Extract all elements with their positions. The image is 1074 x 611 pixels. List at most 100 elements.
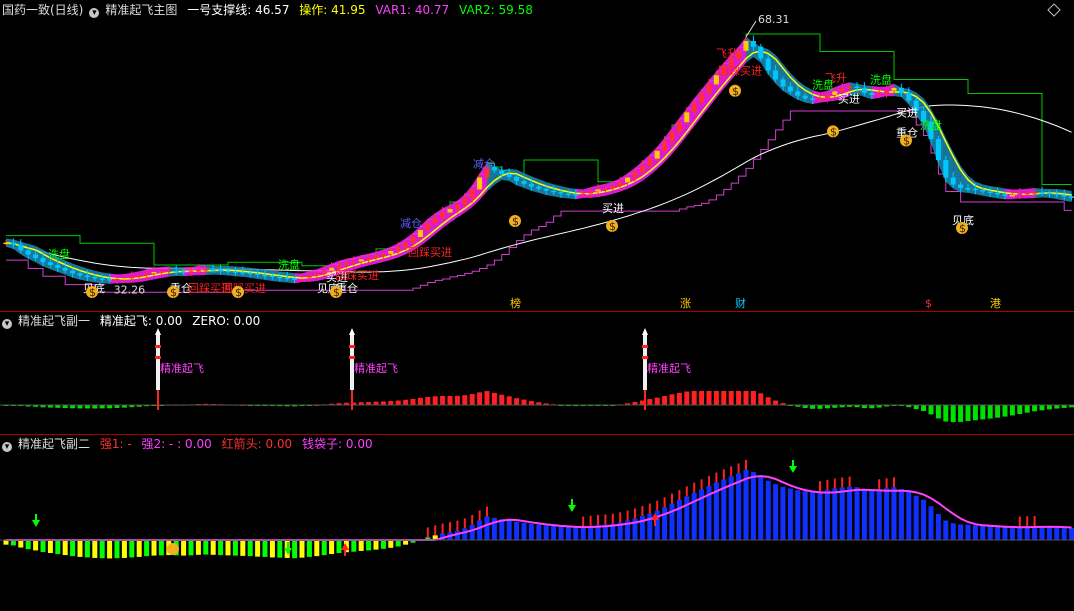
sub1-histogram-bar (528, 401, 534, 405)
sub2-histogram-bar (898, 489, 904, 540)
candle-body (10, 242, 16, 245)
arrow-down-icon (568, 505, 576, 512)
sub1-histogram-bar (810, 405, 816, 409)
sub2-histogram-bar (469, 524, 475, 540)
sub2-histogram-bar (551, 525, 557, 540)
candle-body (602, 188, 608, 190)
sub2-readout-a: 强1: - (99, 437, 132, 451)
sub1-histogram-bar (817, 405, 823, 409)
chart-canvas[interactable]: 68.3132.26洗盘见底重仓洗盘见底重仓买进回踩买进回踩买进回踩买进回踩买进… (0, 0, 1074, 611)
candle-body (580, 193, 586, 196)
rocket-tip (642, 328, 648, 335)
rocket-band (349, 356, 355, 359)
sub2-title[interactable]: 精准起飞副二 (18, 437, 90, 451)
candle-body (995, 192, 1001, 195)
sub1-histogram-bar (750, 391, 756, 405)
signal-label: 回踩买进 (408, 246, 452, 259)
candle-body (336, 265, 342, 268)
sub2-histogram-bar (543, 525, 549, 540)
candle-body (817, 98, 823, 100)
sub1-histogram-bar (654, 397, 660, 405)
sub1-histogram-bar (1017, 405, 1023, 414)
candle-body (684, 112, 690, 123)
sub2-histogram-bar (329, 540, 335, 555)
signal-label: 洗盘 (920, 118, 942, 132)
candle-body (129, 276, 135, 279)
news-marker: 涨 (680, 297, 691, 310)
sub2-histogram-bar (861, 489, 867, 540)
sub2-histogram-bar (817, 491, 823, 540)
sub1-histogram-bar (765, 397, 771, 405)
news-marker: 财 (735, 296, 746, 310)
rocket-band (155, 356, 161, 359)
sub1-histogram-bar (684, 391, 690, 405)
sub2-histogram-bar (1024, 526, 1030, 540)
sub2-histogram-bar (876, 489, 882, 540)
candle-body (543, 188, 549, 191)
sub1-histogram-bar (691, 391, 697, 405)
rocket-band (155, 345, 161, 348)
candle-body (676, 122, 682, 132)
candle-body (1024, 192, 1030, 195)
sub2-histogram-bar (499, 519, 505, 540)
sub2-histogram-bar (151, 540, 157, 556)
candle-body (514, 176, 520, 181)
sub2-histogram-bar (351, 540, 357, 552)
sub1-histogram-bar (477, 392, 483, 405)
candle-body (47, 262, 53, 265)
sub1-histogram-bar (1024, 405, 1030, 413)
candle-body (639, 165, 645, 172)
candle-body (277, 276, 283, 279)
takeoff-label: 精准起飞 (354, 362, 398, 375)
signal-label: 洗盘 (870, 73, 892, 87)
arrow-down-icon (789, 466, 797, 473)
sub1-histogram-bar (950, 405, 956, 423)
sub2-histogram-bar (84, 540, 90, 558)
candle-body (573, 194, 579, 196)
sub2-pane-header: ▾ 精准起飞副二 强1: - 强2: - : 0.00 红箭头: 0.00 钱袋子… (2, 435, 379, 453)
low-price-label: 32.26 (114, 284, 146, 297)
sub1-histogram-bar (1039, 405, 1045, 411)
sub1-histogram-bar (728, 391, 734, 405)
sub2-histogram-bar (995, 526, 1001, 540)
candle-body (588, 191, 594, 194)
sub2-histogram-bar (247, 540, 253, 557)
sub2-histogram-bar (114, 540, 120, 559)
sub2-histogram-bar (306, 540, 312, 557)
signal-label: 飞升 (825, 71, 847, 84)
sub2-histogram-bar (92, 540, 98, 558)
candle-body (972, 188, 978, 191)
sub2-readout-b: 强2: - : 0.00 (141, 437, 212, 451)
sub2-histogram-bar (210, 540, 216, 555)
candle-body (62, 267, 68, 271)
candle-body (854, 86, 860, 88)
settings-circle-icon[interactable]: ▾ (2, 442, 12, 452)
candle-body (70, 270, 76, 274)
sub2-histogram-bar (129, 540, 135, 558)
sub2-histogram-bar (684, 496, 690, 540)
sub2-histogram-bar (528, 523, 534, 540)
signal-label: 洗盘 (278, 257, 300, 271)
sub1-histogram-bar (410, 398, 416, 405)
sub2-histogram-bar (913, 495, 919, 540)
sub2-histogram-bar (462, 528, 468, 540)
signal-label: 买进 (896, 107, 918, 120)
signal-label: 回踩买进 (718, 65, 762, 78)
settings-circle-icon[interactable]: ▾ (2, 319, 12, 329)
sub2-histogram-bar (765, 480, 771, 540)
candle-body (477, 177, 483, 190)
sub2-histogram-bar (195, 540, 201, 555)
sub2-histogram-bar (847, 486, 853, 540)
sub2-histogram-bar (669, 503, 675, 540)
sub1-histogram-bar (995, 405, 1001, 418)
sub1-histogram-bar (447, 395, 453, 405)
candle-body (898, 87, 904, 93)
candle-body (802, 95, 808, 99)
candle-body (565, 193, 571, 196)
sub2-a-label: 强1 (99, 437, 120, 451)
ribbon-segment (871, 85, 880, 100)
candle-body (299, 277, 305, 280)
sub2-histogram-bar (314, 540, 320, 557)
sub1-title[interactable]: 精准起飞副一 (18, 314, 90, 328)
sub2-histogram-bar (780, 486, 786, 540)
